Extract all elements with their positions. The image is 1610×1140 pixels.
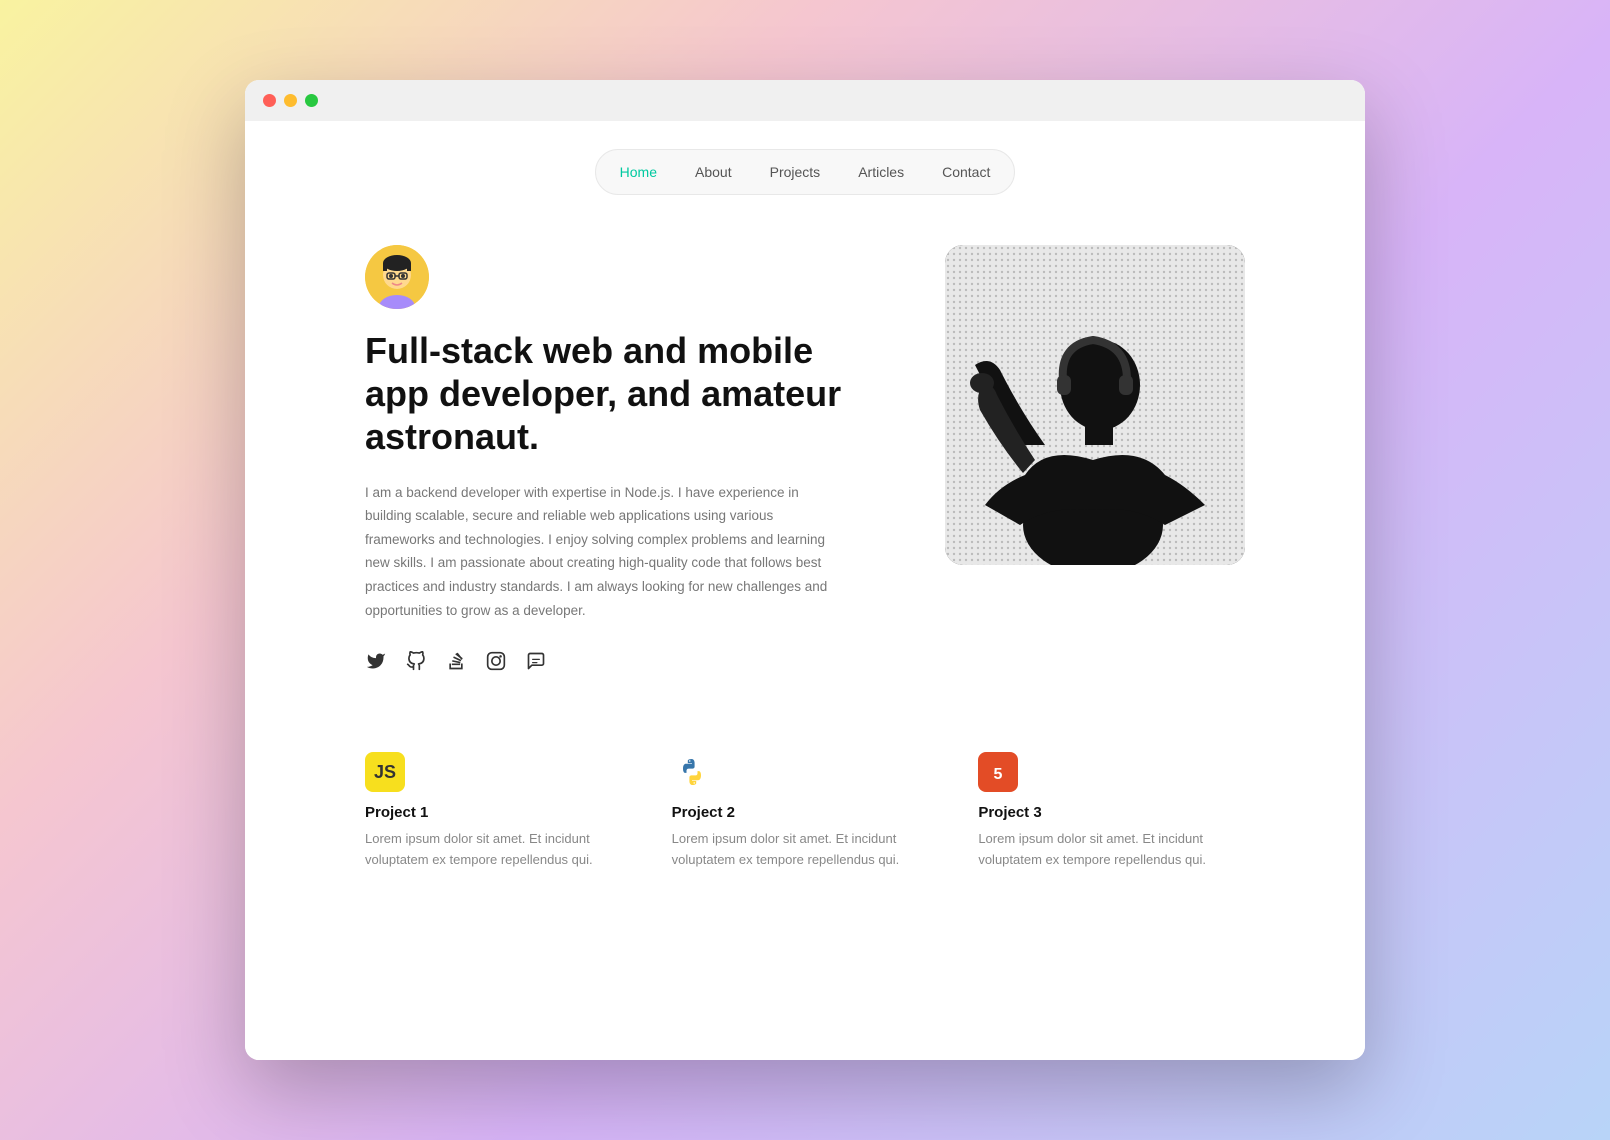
svg-text:5: 5 — [994, 766, 1003, 783]
python-logo — [676, 756, 708, 788]
twitter-icon[interactable] — [365, 650, 387, 672]
projects-grid: JS Project 1 Lorem ipsum dolor sit amet.… — [365, 752, 1245, 871]
hero-title: Full-stack web and mobile app developer,… — [365, 329, 845, 459]
github-icon[interactable] — [405, 650, 427, 672]
hero-left: Full-stack web and mobile app developer,… — [365, 245, 845, 672]
message-icon[interactable] — [525, 650, 547, 672]
project-icon-html: 5 — [978, 752, 1018, 792]
hero-description: I am a backend developer with expertise … — [365, 481, 845, 623]
hero-right — [945, 245, 1245, 565]
html5-logo: 5 — [984, 758, 1012, 786]
project-card-2: Project 2 Lorem ipsum dolor sit amet. Et… — [672, 752, 939, 871]
maximize-button[interactable] — [305, 94, 318, 107]
nav-item-articles[interactable]: Articles — [840, 158, 922, 186]
nav-item-projects[interactable]: Projects — [752, 158, 839, 186]
browser-window: Home About Projects Articles Contact — [245, 80, 1365, 1060]
project-1-title: Project 1 — [365, 804, 632, 821]
social-icons — [365, 650, 845, 672]
avatar — [365, 245, 429, 309]
nav-item-home[interactable]: Home — [602, 158, 675, 186]
nav-item-contact[interactable]: Contact — [924, 158, 1008, 186]
browser-content: Home About Projects Articles Contact — [245, 121, 1365, 1060]
project-card-1: JS Project 1 Lorem ipsum dolor sit amet.… — [365, 752, 632, 871]
projects-section: JS Project 1 Lorem ipsum dolor sit amet.… — [245, 712, 1365, 871]
project-2-title: Project 2 — [672, 804, 939, 821]
hero-section: Full-stack web and mobile app developer,… — [245, 215, 1365, 712]
minimize-button[interactable] — [284, 94, 297, 107]
browser-chrome — [245, 80, 1365, 121]
stackoverflow-icon[interactable] — [445, 650, 467, 672]
project-1-desc: Lorem ipsum dolor sit amet. Et incidunt … — [365, 829, 632, 871]
hero-photo — [945, 245, 1245, 565]
project-3-desc: Lorem ipsum dolor sit amet. Et incidunt … — [978, 829, 1245, 871]
project-icon-python — [672, 752, 712, 792]
close-button[interactable] — [263, 94, 276, 107]
navigation: Home About Projects Articles Contact — [245, 121, 1365, 215]
project-3-title: Project 3 — [978, 804, 1245, 821]
project-card-3: 5 Project 3 Lorem ipsum dolor sit amet. … — [978, 752, 1245, 871]
project-2-desc: Lorem ipsum dolor sit amet. Et incidunt … — [672, 829, 939, 871]
nav-item-about[interactable]: About — [677, 158, 750, 186]
nav-pill: Home About Projects Articles Contact — [595, 149, 1016, 195]
avatar-illustration — [365, 245, 429, 309]
project-icon-js: JS — [365, 752, 405, 792]
instagram-icon[interactable] — [485, 650, 507, 672]
hero-image — [945, 245, 1245, 565]
